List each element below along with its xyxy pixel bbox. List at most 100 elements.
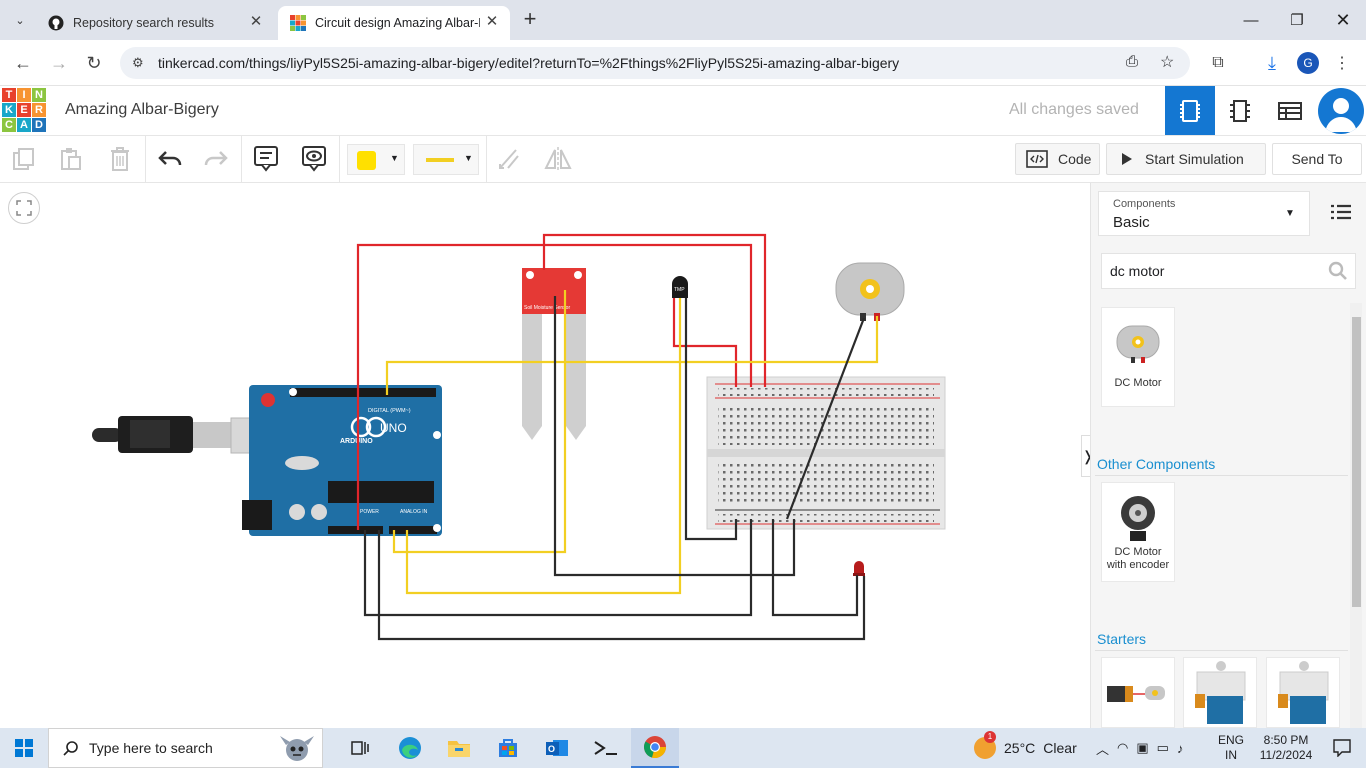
component-list-view-button[interactable] <box>1265 86 1315 135</box>
clock[interactable]: 8:50 PM 11/2/2024 <box>1254 733 1318 763</box>
wire-black <box>377 530 866 641</box>
circuit-view-icon <box>1180 99 1200 122</box>
other-components-title[interactable]: Other Components <box>1097 456 1215 472</box>
breadboard[interactable] <box>706 376 946 530</box>
wire-type-picker[interactable]: ▼ <box>413 144 479 175</box>
menu-dots-icon[interactable]: ⋮ <box>1327 48 1357 78</box>
circuit-view-button[interactable] <box>1165 86 1215 135</box>
language-indicator[interactable]: ENG IN <box>1216 733 1246 763</box>
circuit-drawing: ARDUINO UNO DIGITAL (PWM~) POWER ANALOG … <box>92 233 946 641</box>
meet-now-icon[interactable]: ▣ <box>1136 740 1148 756</box>
close-tab-icon[interactable]: ✕ <box>248 14 264 30</box>
extensions-icon[interactable]: ⧉ <box>1203 48 1233 78</box>
rotate-icon[interactable] <box>494 144 524 174</box>
close-window-icon[interactable]: ✕ <box>1320 0 1366 40</box>
edge-icon[interactable] <box>386 728 434 768</box>
color-picker[interactable]: ▼ <box>347 144 405 175</box>
taskbar-search-placeholder: Type here to search <box>89 740 213 756</box>
weather-badge: 1 <box>984 731 996 743</box>
circuit-canvas[interactable]: ARDUINO UNO DIGITAL (PWM~) POWER ANALOG … <box>0 183 1094 728</box>
outlook-icon[interactable]: O <box>533 728 581 768</box>
starter-card[interactable] <box>1266 657 1340 728</box>
code-button[interactable]: Code <box>1015 143 1100 175</box>
arduino-uno[interactable]: ARDUINO UNO DIGITAL (PWM~) POWER ANALOG … <box>242 385 442 536</box>
undo-icon[interactable] <box>155 144 185 174</box>
notes-visibility-icon[interactable] <box>299 144 329 174</box>
schematic-view-button[interactable] <box>1215 86 1265 135</box>
dc-motor[interactable] <box>835 262 905 321</box>
notes-icon[interactable] <box>251 144 281 174</box>
browser-toolbar: ← → ↻ ⚙ tinkercad.com/things/liyPyl5S25i… <box>0 40 1366 86</box>
chevron-down-icon: ▼ <box>464 153 473 163</box>
component-card-dc-motor[interactable]: DC Motor <box>1101 307 1175 407</box>
starter-card[interactable] <box>1183 657 1257 728</box>
site-info-icon[interactable]: ⚙ <box>132 55 144 71</box>
project-title[interactable]: Amazing Albar-Bigery <box>65 101 219 119</box>
chevron-up-icon[interactable]: ︿ <box>1096 739 1109 758</box>
taskbar-search-box[interactable]: Type here to search <box>48 728 323 768</box>
install-app-icon[interactable]: ⎙ <box>1126 53 1138 70</box>
starter-card[interactable] <box>1101 657 1175 728</box>
copy-icon[interactable] <box>9 144 39 174</box>
component-label: DC Motor with encoder <box>1106 546 1170 571</box>
flip-icon[interactable] <box>543 144 573 174</box>
search-icon[interactable] <box>1328 261 1348 284</box>
new-tab-button[interactable]: + <box>518 8 542 32</box>
delete-icon[interactable] <box>105 144 135 174</box>
windows-start-icon[interactable] <box>0 728 48 768</box>
component-card-dc-motor-encoder[interactable]: DC Motor with encoder <box>1101 482 1175 582</box>
send-to-button[interactable]: Send To <box>1272 143 1362 175</box>
scrollbar-thumb[interactable] <box>1352 317 1361 607</box>
tab-repository-search[interactable]: Repository search results ✕ <box>36 6 274 40</box>
notifications-icon[interactable] <box>1318 728 1366 768</box>
components-dropdown[interactable]: Components Basic ▼ <box>1098 191 1310 236</box>
weather-widget[interactable]: 1 25°C Clear <box>970 728 1080 768</box>
task-view-icon[interactable] <box>336 728 384 768</box>
chrome-icon[interactable] <box>631 728 679 768</box>
panel-scrollbar[interactable] <box>1350 303 1362 728</box>
component-search-input[interactable]: dc motor <box>1101 253 1356 289</box>
microsoft-store-icon[interactable] <box>484 728 532 768</box>
weather-text: Clear <box>1043 740 1077 756</box>
starters-title[interactable]: Starters <box>1097 631 1146 647</box>
redo-icon[interactable] <box>201 144 231 174</box>
network-icon[interactable]: ◠ <box>1117 740 1128 756</box>
user-icon <box>1325 98 1357 132</box>
volume-icon[interactable]: ♪ <box>1177 741 1184 756</box>
forward-icon[interactable]: → <box>44 48 74 78</box>
start-simulation-button[interactable]: Start Simulation <box>1106 143 1266 175</box>
power-label: POWER <box>360 509 379 515</box>
wire-yellow <box>405 298 682 595</box>
temperature-sensor[interactable]: TMP <box>672 276 688 298</box>
profile-avatar[interactable]: G <box>1297 52 1319 74</box>
chevron-down-icon: ▼ <box>390 153 399 163</box>
wire-black <box>771 519 859 617</box>
battery-icon[interactable]: ▭ <box>1157 740 1169 756</box>
tab-search-button[interactable]: ⌄ <box>8 8 32 32</box>
downloads-icon[interactable]: ⤓ <box>1257 48 1287 78</box>
tab-circuit-design[interactable]: Circuit design Amazing Albar-B ✕ <box>278 6 510 40</box>
restore-icon[interactable]: ❐ <box>1274 0 1320 40</box>
board-label: UNO <box>380 421 407 435</box>
tinkercad-logo[interactable]: TIN KER CAD <box>2 88 46 132</box>
file-explorer-icon[interactable] <box>435 728 483 768</box>
schematic-view-icon <box>1230 99 1250 122</box>
components-caption: Components <box>1113 198 1176 210</box>
dc-motor-thumbnail <box>1116 325 1160 363</box>
minimize-icon[interactable]: — <box>1228 0 1274 40</box>
wire-red <box>672 298 738 387</box>
digital-label: DIGITAL (PWM~) <box>368 408 411 414</box>
led[interactable] <box>853 561 865 576</box>
address-bar[interactable]: ⚙ tinkercad.com/things/liyPyl5S25i-amazi… <box>120 47 1190 79</box>
bookmark-star-icon[interactable]: ☆ <box>1160 52 1174 72</box>
paste-icon[interactable] <box>56 144 86 174</box>
user-avatar[interactable] <box>1318 88 1364 134</box>
logo-letter: E <box>17 103 31 117</box>
back-icon[interactable]: ← <box>8 48 38 78</box>
reload-icon[interactable]: ↻ <box>79 48 109 78</box>
list-view-icon[interactable] <box>1330 203 1354 225</box>
terminal-icon[interactable] <box>582 728 630 768</box>
logo-letter: T <box>2 88 16 102</box>
tmp-label: TMP <box>674 287 685 293</box>
close-tab-icon[interactable]: ✕ <box>484 14 500 30</box>
